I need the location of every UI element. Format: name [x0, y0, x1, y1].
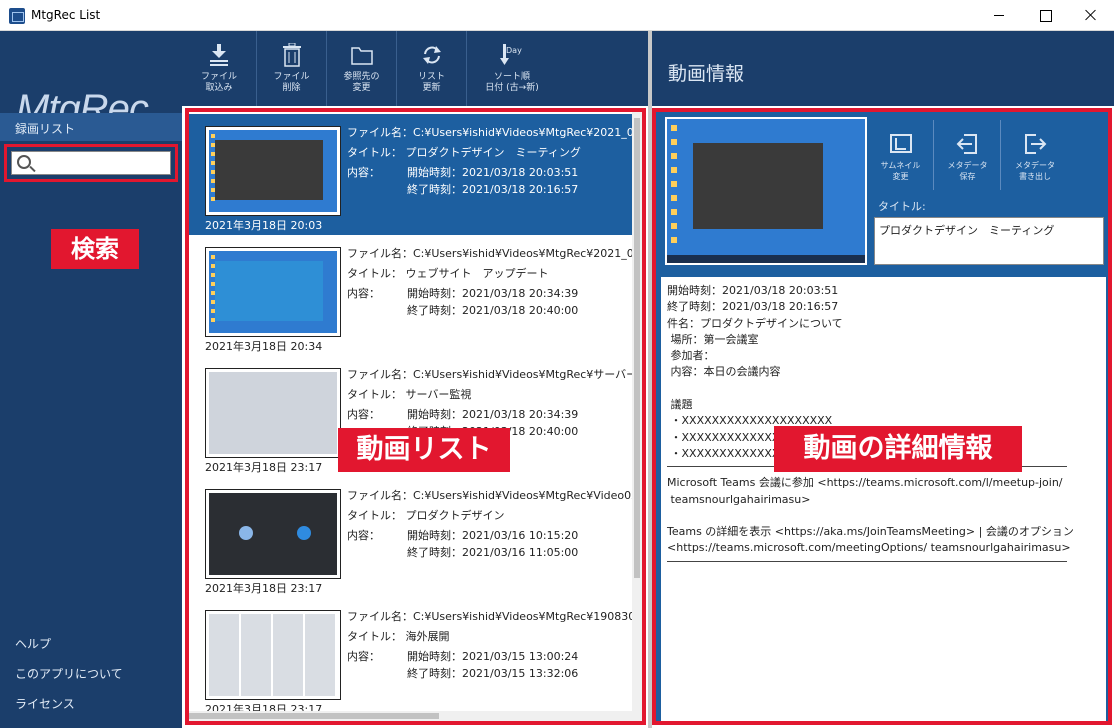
- sort-badge: Day: [506, 46, 522, 55]
- video-content: 内容：: [347, 408, 380, 421]
- app-window: MtgRec List MtgRec 録画リスト ヘルプ このアプリについて ラ…: [0, 0, 1114, 728]
- minimize-button[interactable]: [976, 0, 1022, 31]
- detail-header: 動画情報: [652, 31, 1114, 106]
- detail-thumbnail: [665, 117, 867, 265]
- search-input[interactable]: [36, 154, 168, 172]
- start-time: 開始時刻：2021/03/15 13:00:24: [407, 650, 579, 663]
- download-icon: [210, 44, 228, 66]
- start-time: 開始時刻：2021/03/16 10:15:20: [407, 529, 579, 542]
- maximize-button[interactable]: [1022, 0, 1068, 31]
- detail-body-textarea[interactable]: 開始時刻：2021/03/18 20:03:51 終了時刻：2021/03/18…: [661, 277, 1106, 721]
- list-toolbar: ファイル 取込み ファイル 削除 参照先の 変更 リスト 更新 Day ソート順…: [182, 31, 648, 106]
- list-item[interactable]: ファイル名：C:¥Users¥ishid¥Videos¥MtgRec¥19083…: [189, 598, 642, 719]
- save-icon: [956, 134, 977, 154]
- sidebar-help-link[interactable]: ヘルプ: [15, 635, 51, 652]
- file-name: ファイル名：C:¥Users¥ishid¥Videos¥MtgRec¥サーバー監…: [347, 368, 646, 381]
- change-folder-button[interactable]: 参照先の 変更: [327, 31, 397, 106]
- end-time: 終了時刻：2021/03/18 20:40:00: [407, 304, 579, 317]
- video-content: 内容：: [347, 166, 380, 179]
- refresh-list-button[interactable]: リスト 更新: [397, 31, 467, 106]
- start-time: 開始時刻：2021/03/18 20:03:51: [407, 166, 579, 179]
- sidebar: MtgRec 録画リスト ヘルプ このアプリについて ライセンス: [0, 31, 182, 728]
- title-bar: MtgRec List: [0, 0, 1114, 31]
- record-date: 2021年3月18日 23:17: [205, 461, 323, 474]
- video-title: タイトル： プロダクトデザイン ミーティング: [347, 146, 581, 159]
- title-label: タイトル:: [878, 200, 926, 213]
- refresh-icon: [422, 46, 441, 64]
- save-metadata-button[interactable]: メタデータ 保存: [935, 120, 1001, 190]
- video-title: タイトル： サーバー監視: [347, 388, 472, 401]
- list-item[interactable]: ファイル名：C:¥Users¥ishid¥Videos¥MtgRec¥2021_…: [189, 235, 642, 356]
- file-name: ファイル名：C:¥Users¥ishid¥Videos¥MtgRec¥Video…: [347, 489, 646, 502]
- video-title: タイトル： ウェブサイト アップデート: [347, 267, 549, 280]
- file-name: ファイル名：C:¥Users¥ishid¥Videos¥MtgRec¥19083…: [347, 610, 646, 623]
- folder-icon: [350, 47, 373, 65]
- video-thumbnail: [205, 610, 341, 700]
- search-highlight: [4, 144, 178, 182]
- start-time: 開始時刻：2021/03/18 20:34:39: [407, 287, 579, 300]
- title-field[interactable]: プロダクトデザイン ミーティング: [874, 217, 1104, 265]
- sidebar-item-recording-list[interactable]: 録画リスト: [0, 113, 182, 141]
- search-box[interactable]: [11, 151, 171, 175]
- video-list: ファイル名：C:¥Users¥ishid¥Videos¥MtgRec¥2021_…: [185, 108, 646, 725]
- end-time: 終了時刻：2021/03/18 20:16:57: [407, 183, 579, 196]
- thumbnail-icon: [889, 134, 912, 153]
- detail-callout: 動画の詳細情報: [774, 426, 1022, 472]
- end-time: 終了時刻：2021/03/15 13:32:06: [407, 667, 579, 680]
- video-thumbnail: [205, 368, 341, 458]
- video-title: タイトル： 海外展開: [347, 630, 450, 643]
- export-metadata-button[interactable]: メタデータ 書き出し: [1002, 120, 1068, 190]
- search-icon: [17, 155, 31, 169]
- video-content: 内容：: [347, 287, 380, 300]
- change-thumbnail-button[interactable]: サムネイル 変更: [868, 120, 934, 190]
- video-title: タイトル： プロダクトデザイン: [347, 509, 505, 522]
- window-title: MtgRec List: [31, 8, 101, 22]
- import-file-button[interactable]: ファイル 取込み: [182, 31, 257, 106]
- detail-title: 動画情報: [668, 63, 745, 85]
- record-date: 2021年3月18日 20:34: [205, 340, 323, 353]
- detail-panel: サムネイル 変更 メタデータ 保存 メタデータ 書き出し タイトル: プロダクトデザイ…: [652, 108, 1112, 725]
- record-date: 2021年3月18日 20:03: [205, 219, 323, 232]
- close-button[interactable]: [1068, 0, 1114, 31]
- end-time: 終了時刻：2021/03/16 11:05:00: [407, 546, 579, 559]
- video-content: 内容：: [347, 529, 380, 542]
- video-content: 内容：: [347, 650, 380, 663]
- sidebar-about-link[interactable]: このアプリについて: [15, 665, 123, 682]
- search-callout: 検索: [51, 229, 139, 269]
- file-name: ファイル名：C:¥Users¥ishid¥Videos¥MtgRec¥2021_…: [347, 126, 646, 139]
- video-thumbnail: [205, 126, 341, 216]
- sidebar-license-link[interactable]: ライセンス: [15, 695, 75, 712]
- video-thumbnail: [205, 489, 341, 579]
- record-date: 2021年3月18日 23:17: [205, 582, 323, 595]
- start-time: 開始時刻：2021/03/18 20:34:39: [407, 408, 579, 421]
- export-icon: [1025, 134, 1047, 154]
- list-callout: 動画リスト: [338, 428, 510, 472]
- file-name: ファイル名：C:¥Users¥ishid¥Videos¥MtgRec¥2021_…: [347, 247, 646, 260]
- video-thumbnail: [205, 247, 341, 337]
- sort-order-button[interactable]: Day ソート順 日付 (古→新): [467, 31, 557, 106]
- list-item[interactable]: ファイル名：C:¥Users¥ishid¥Videos¥MtgRec¥2021_…: [189, 114, 642, 235]
- trash-icon: [282, 43, 301, 67]
- app-icon: [9, 8, 25, 24]
- sidebar-item-label: 録画リスト: [15, 122, 76, 136]
- list-vertical-scrollbar[interactable]: [632, 112, 642, 721]
- list-horizontal-scrollbar[interactable]: [189, 711, 640, 721]
- detail-body-bottom: Microsoft Teams 会議に参加 <https://teams.mic…: [667, 476, 1074, 555]
- delete-file-button[interactable]: ファイル 削除: [257, 31, 327, 106]
- list-item[interactable]: ファイル名：C:¥Users¥ishid¥Videos¥MtgRec¥Video…: [189, 477, 642, 598]
